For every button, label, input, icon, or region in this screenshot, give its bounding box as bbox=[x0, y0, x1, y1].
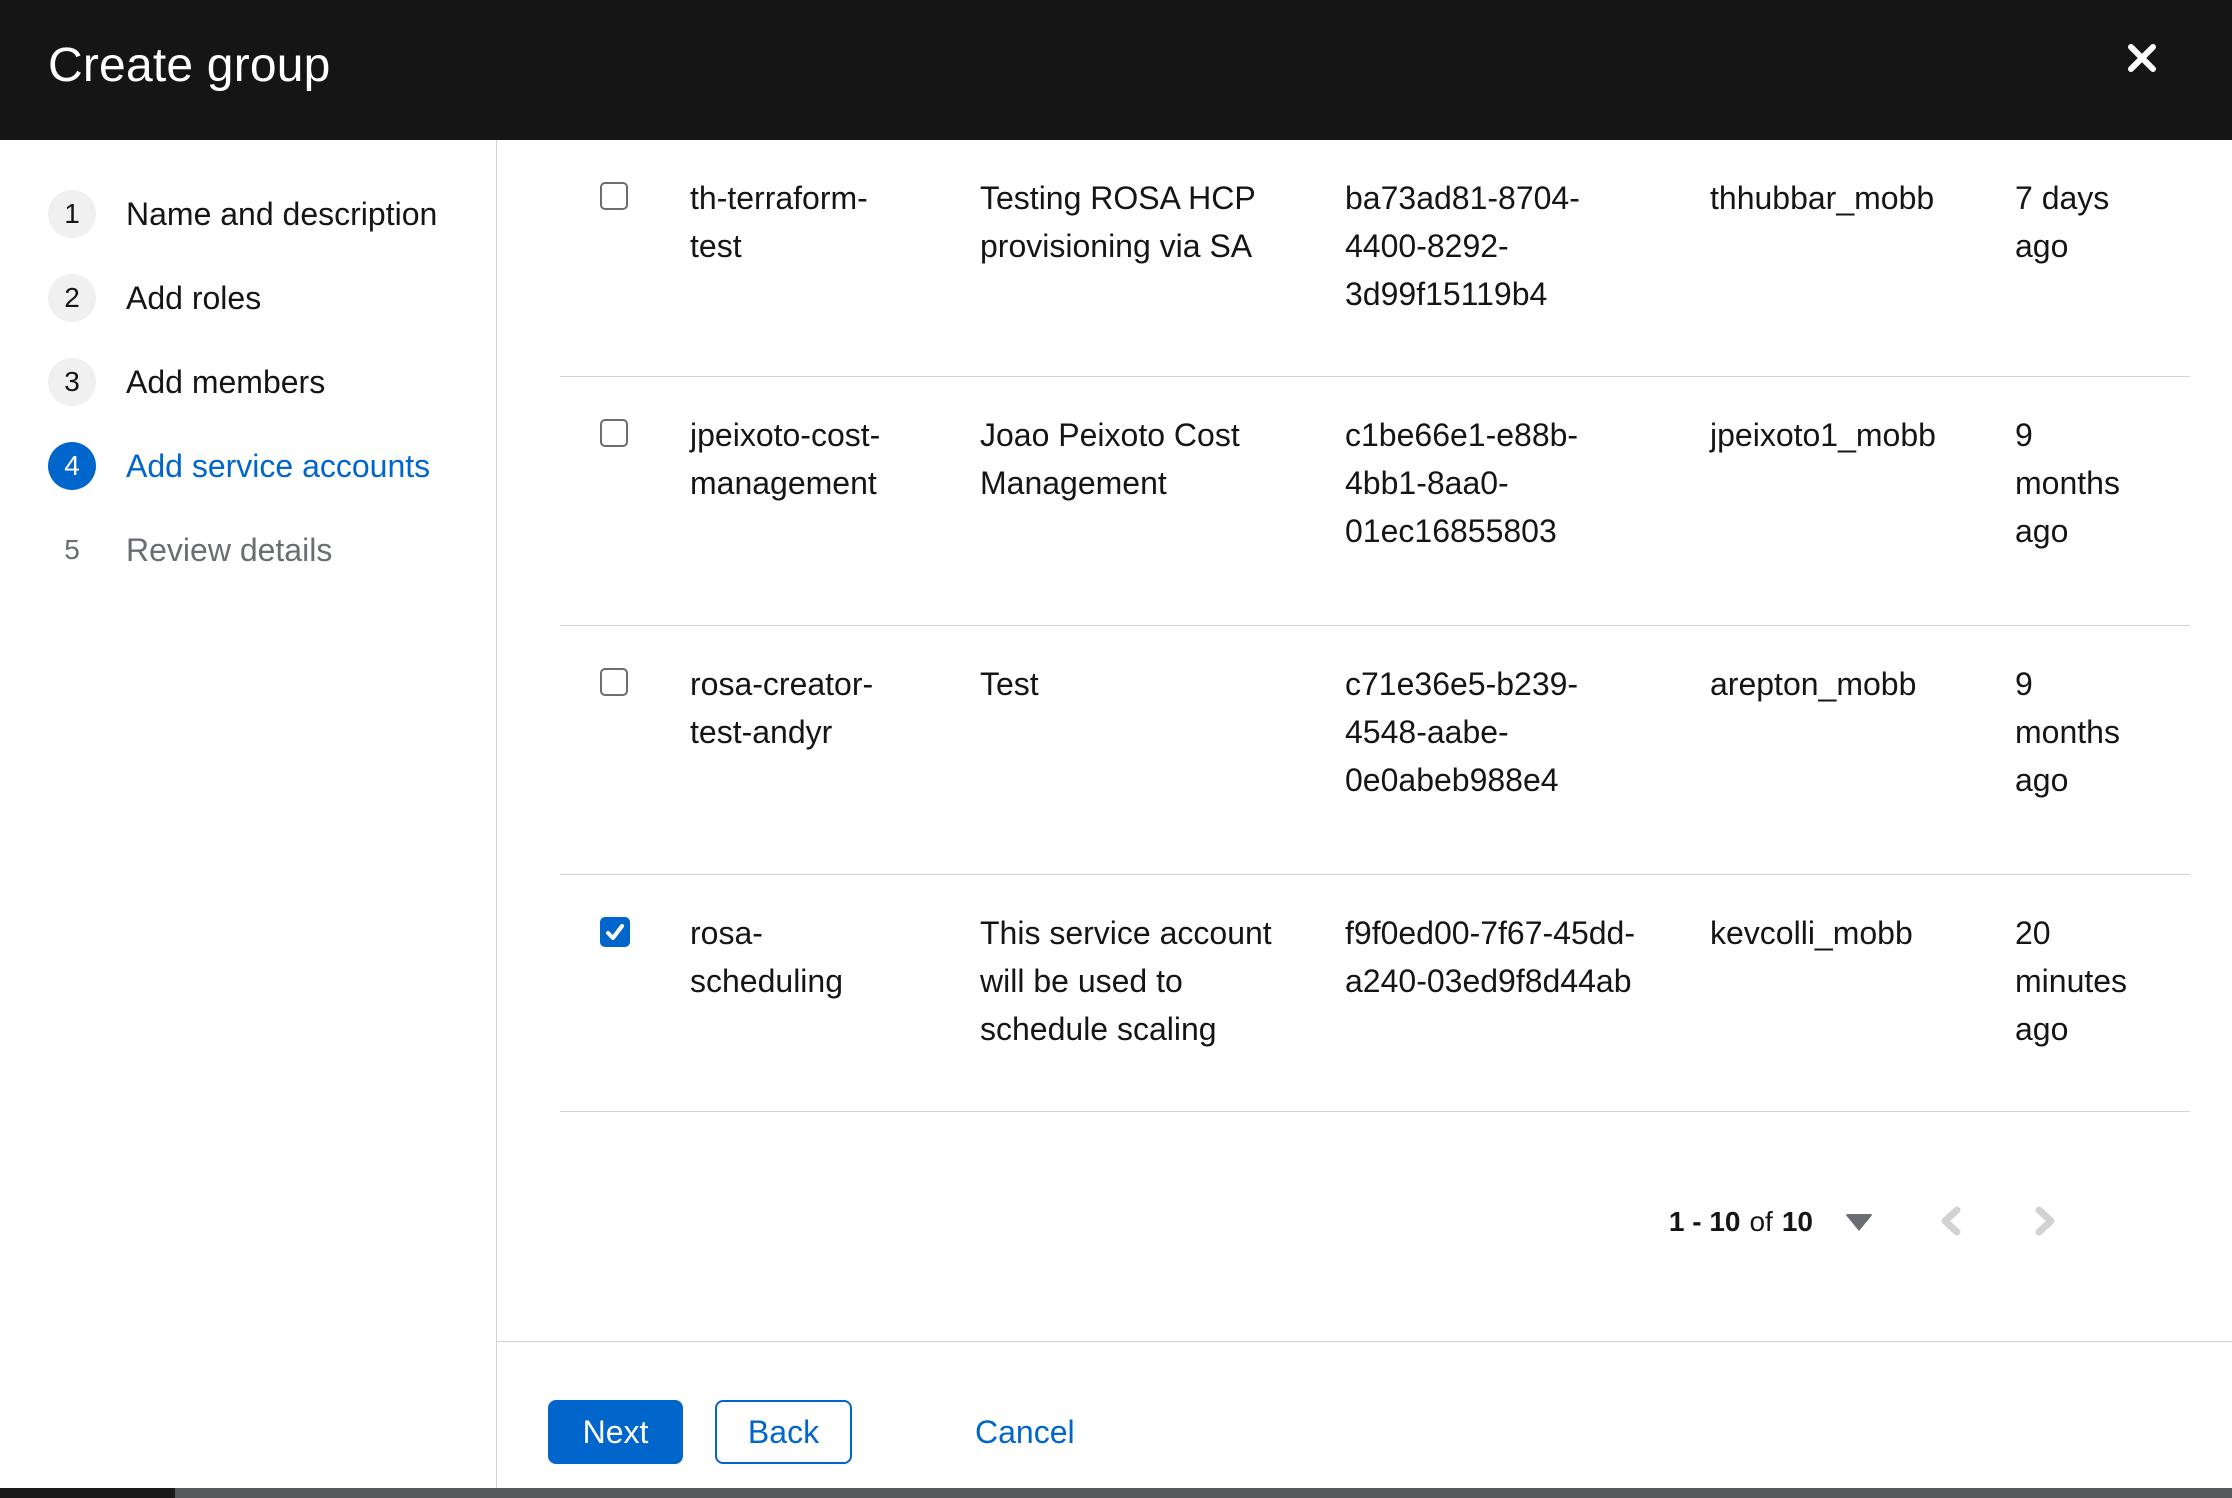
cell-owner: arepton_mobb bbox=[1710, 666, 1917, 702]
cell-owner: thhubbar_mobb bbox=[1710, 180, 1935, 216]
step-label: Add roles bbox=[126, 279, 262, 316]
next-page-button[interactable] bbox=[2025, 1200, 2065, 1244]
cell-name: rosa-creator-test-andyr bbox=[690, 666, 874, 750]
cancel-button[interactable]: Cancel bbox=[975, 1400, 1075, 1464]
wizard-step[interactable]: 2 Add roles bbox=[48, 274, 496, 322]
checkbox-cell bbox=[600, 411, 690, 555]
table-row: th-terraform-test Testing ROSA HCP provi… bbox=[560, 140, 2190, 377]
cell-time-created: 7 days ago bbox=[2015, 180, 2110, 264]
step-label: Add members bbox=[126, 363, 326, 400]
close-icon bbox=[2123, 39, 2161, 77]
modal-body: 1 Name and description 2 Add roles 3 Add… bbox=[0, 140, 2232, 1498]
service-accounts-table: th-terraform-test Testing ROSA HCP provi… bbox=[560, 140, 2190, 1112]
step-label: Add service accounts bbox=[126, 447, 431, 484]
cell-description: Joao Peixoto Cost Management bbox=[980, 417, 1240, 501]
chevron-left-icon bbox=[1938, 1204, 1964, 1241]
wizard-step[interactable]: 5 Review details bbox=[48, 526, 496, 574]
create-group-modal: Create group 1 Name and description 2 Ad… bbox=[0, 0, 2232, 1498]
step-label: Review details bbox=[126, 531, 333, 568]
pagination: 1 - 10 of 10 bbox=[560, 1182, 2190, 1262]
cell-client-id: ba73ad81-8704-4400-8292-3d99f15119b4 bbox=[1345, 180, 1580, 312]
row-checkbox[interactable] bbox=[600, 917, 630, 947]
step-number-badge: 2 bbox=[48, 274, 96, 322]
checkbox-cell bbox=[600, 909, 690, 1053]
wizard-step[interactable]: 1 Name and description bbox=[48, 190, 496, 238]
cell-client-id: f9f0ed00-7f67-45dd-a240-03ed9f8d44ab bbox=[1345, 915, 1635, 999]
table-row: rosa-creator-test-andyr Test c71e36e5-b2… bbox=[560, 626, 2190, 875]
step-number-badge: 3 bbox=[48, 358, 96, 406]
row-checkbox[interactable] bbox=[600, 668, 628, 696]
cell-time-created: 9 months ago bbox=[2015, 666, 2120, 798]
step-label: Name and description bbox=[126, 195, 438, 232]
cell-owner: kevcolli_mobb bbox=[1710, 915, 1913, 951]
horizontal-scrollbar[interactable] bbox=[0, 1488, 2232, 1498]
back-button[interactable]: Back bbox=[715, 1400, 852, 1464]
checkbox-cell bbox=[600, 660, 690, 804]
previous-page-button[interactable] bbox=[1931, 1200, 1971, 1244]
caret-down-icon bbox=[1845, 1213, 1873, 1231]
table-row: jpeixoto-cost-management Joao Peixoto Co… bbox=[560, 377, 2190, 626]
checkbox-cell bbox=[600, 174, 690, 318]
cell-time-created: 20 minutes ago bbox=[2015, 915, 2128, 1047]
wizard-step[interactable]: 4 Add service accounts bbox=[48, 442, 496, 490]
pagination-range: 1 - 10 bbox=[1668, 1206, 1741, 1237]
step-number-badge: 1 bbox=[48, 190, 96, 238]
cell-time-created: 9 months ago bbox=[2015, 417, 2120, 549]
pagination-menu-toggle[interactable]: 1 - 10 of 10 bbox=[1669, 1206, 1873, 1238]
check-icon bbox=[604, 921, 626, 943]
row-checkbox[interactable] bbox=[600, 182, 628, 210]
cell-client-id: c71e36e5-b239-4548-aabe-0e0abeb988e4 bbox=[1345, 666, 1579, 798]
cell-owner: jpeixoto1_mobb bbox=[1710, 417, 1936, 453]
cell-description: Test bbox=[980, 666, 1039, 702]
chevron-right-icon bbox=[2032, 1204, 2058, 1241]
table-row: rosa-scheduling This service account wil… bbox=[560, 875, 2190, 1112]
cell-description: This service account will be used to sch… bbox=[980, 915, 1272, 1047]
wizard-step[interactable]: 3 Add members bbox=[48, 358, 496, 406]
modal-title: Create group bbox=[48, 38, 331, 92]
pagination-of-label: of bbox=[1749, 1206, 1773, 1237]
horizontal-scrollbar-thumb[interactable] bbox=[0, 1488, 175, 1498]
pagination-total: 10 bbox=[1781, 1206, 1813, 1237]
step-number-badge: 4 bbox=[48, 442, 96, 490]
cell-description: Testing ROSA HCP provisioning via SA bbox=[980, 180, 1256, 264]
wizard-nav: 1 Name and description 2 Add roles 3 Add… bbox=[0, 140, 497, 1498]
row-checkbox[interactable] bbox=[600, 419, 628, 447]
close-button[interactable] bbox=[2112, 28, 2172, 88]
wizard-steps: 1 Name and description 2 Add roles 3 Add… bbox=[0, 140, 496, 574]
cell-name: rosa-scheduling bbox=[690, 915, 843, 999]
cell-client-id: c1be66e1-e88b-4bb1-8aa0-01ec16855803 bbox=[1345, 417, 1579, 549]
service-accounts-panel: th-terraform-test Testing ROSA HCP provi… bbox=[497, 140, 2232, 1341]
step-number-badge: 5 bbox=[64, 534, 80, 565]
cell-name: th-terraform-test bbox=[690, 180, 868, 264]
cell-name: jpeixoto-cost-management bbox=[690, 417, 881, 501]
wizard-main: th-terraform-test Testing ROSA HCP provi… bbox=[497, 140, 2232, 1498]
wizard-footer: Next Back Cancel bbox=[497, 1341, 2232, 1498]
next-button[interactable]: Next bbox=[548, 1400, 683, 1464]
modal-header: Create group bbox=[0, 0, 2232, 140]
